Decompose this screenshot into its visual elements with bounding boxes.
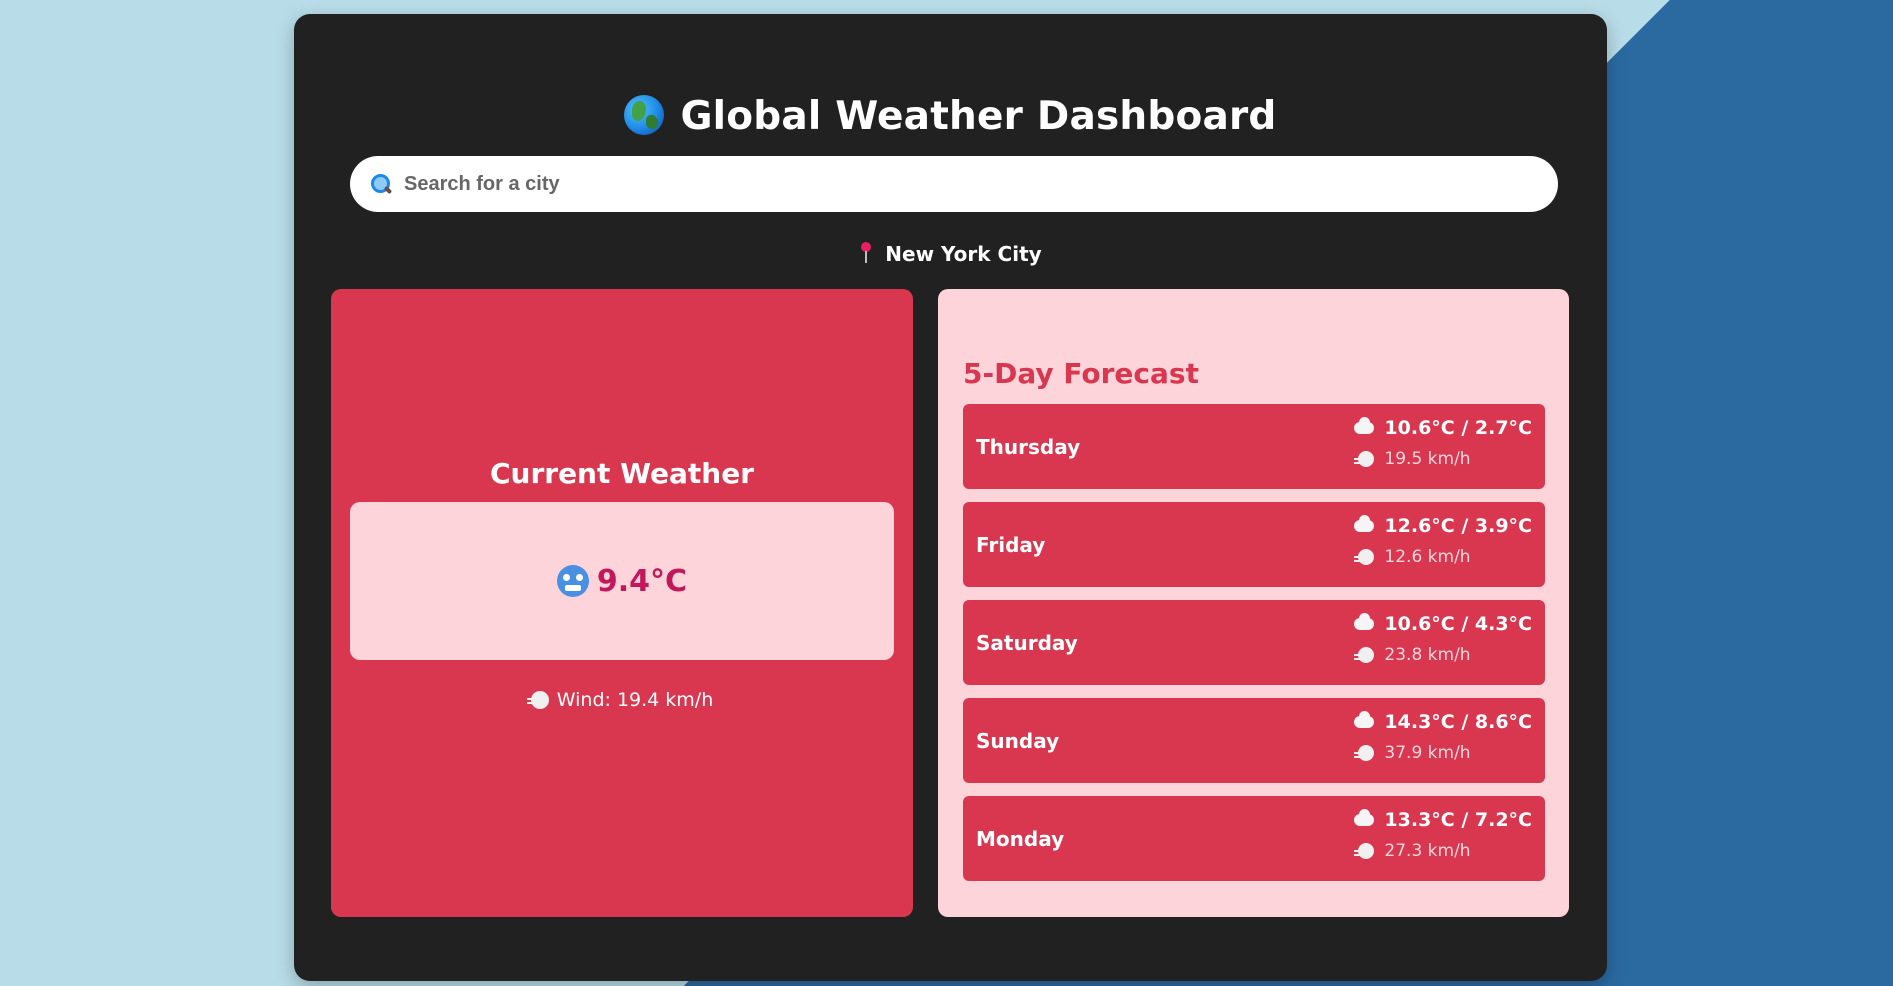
dashboard-panel: Global Weather Dashboard New York City C… [294,14,1607,981]
current-wind: Wind: 19.4 km/h [331,689,913,711]
pin-icon [859,242,873,264]
wind-icon [1354,745,1375,761]
current-wind-text: Wind: 19.4 km/h [556,689,714,711]
cloud-icon [1354,613,1375,630]
forecast-wind: 12.6 km/h [1384,547,1471,567]
forecast-item: Monday 13.3°C / 7.2°C 27.3 km/h [963,796,1545,881]
forecast-day: Sunday [976,728,1060,753]
forecast-temps: 13.3°C / 7.2°C [1384,809,1532,831]
forecast-wind: 37.9 km/h [1384,743,1471,763]
wind-icon [1354,647,1375,663]
wind-icon [1354,843,1375,859]
cloud-icon [1354,711,1375,728]
cold-face-icon [556,565,589,597]
forecast-wind: 27.3 km/h [1384,841,1471,861]
forecast-temps: 10.6°C / 4.3°C [1384,613,1532,635]
forecast-day: Saturday [976,630,1078,655]
forecast-item: Sunday 14.3°C / 8.6°C 37.9 km/h [963,698,1545,783]
forecast-day: Monday [976,826,1065,851]
wind-icon [1354,549,1375,565]
current-weather-card: Current Weather 9.4°C Wind: 19.4 km/h [331,289,913,917]
search-bar[interactable] [350,156,1558,212]
forecast-heading: 5-Day Forecast [963,357,1199,390]
location-name: New York City [885,242,1042,266]
forecast-item: Thursday 10.6°C / 2.7°C 19.5 km/h [963,404,1545,489]
cloud-icon [1354,515,1375,532]
location-label: New York City [294,242,1607,266]
current-temperature-box: 9.4°C [350,502,894,660]
forecast-temps: 14.3°C / 8.6°C [1384,711,1532,733]
wind-icon [1354,451,1375,467]
globe-icon [624,95,665,135]
wind-icon [526,691,549,709]
forecast-temps: 12.6°C / 3.9°C [1384,515,1532,537]
page-title-text: Global Weather Dashboard [680,94,1277,139]
forecast-list: Thursday 10.6°C / 2.7°C 19.5 km/h Friday… [963,404,1545,894]
forecast-day: Thursday [976,434,1081,459]
current-temperature: 9.4°C [596,563,688,599]
search-input[interactable] [402,171,1506,197]
forecast-wind: 19.5 km/h [1384,449,1471,469]
forecast-temps: 10.6°C / 2.7°C [1384,417,1532,439]
forecast-day: Friday [976,532,1046,557]
cloud-icon [1354,809,1375,826]
page-title: Global Weather Dashboard [294,94,1607,139]
search-icon [370,173,392,195]
forecast-item: Friday 12.6°C / 3.9°C 12.6 km/h [963,502,1545,587]
forecast-card: 5-Day Forecast Thursday 10.6°C / 2.7°C 1… [938,289,1569,917]
forecast-wind: 23.8 km/h [1384,645,1471,665]
current-weather-heading: Current Weather [489,457,755,490]
cloud-icon [1354,417,1375,434]
forecast-item: Saturday 10.6°C / 4.3°C 23.8 km/h [963,600,1545,685]
